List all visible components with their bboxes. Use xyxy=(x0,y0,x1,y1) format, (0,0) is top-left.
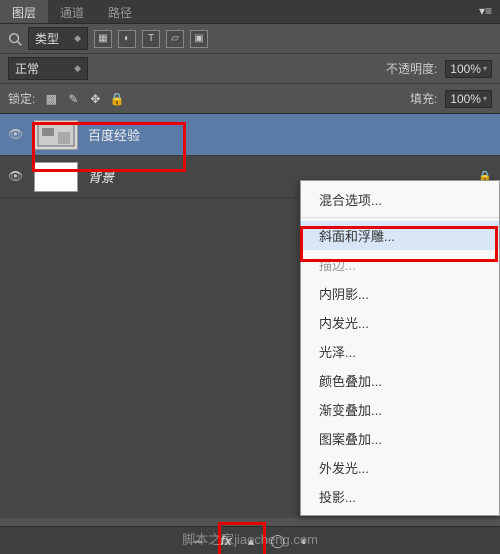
menu-outer-glow[interactable]: 外发光... xyxy=(301,453,499,482)
menu-color-overlay[interactable]: 颜色叠加... xyxy=(301,366,499,395)
opacity-input[interactable]: 100% ▾ xyxy=(445,60,492,78)
menu-satin[interactable]: 光泽... xyxy=(301,337,499,366)
menu-inner-glow[interactable]: 内发光... xyxy=(301,308,499,337)
tab-channels[interactable]: 通道 xyxy=(48,0,96,23)
visibility-icon[interactable]: 👁 xyxy=(8,127,24,143)
panel-bottom-bar: ⇔ fx ▴ ◯ ◐ xyxy=(0,526,500,554)
layer-row[interactable]: 👁 百度经验 xyxy=(0,114,500,156)
chevron-up-icon: ▴ xyxy=(248,533,255,549)
lock-pixels-icon[interactable]: ✎ xyxy=(65,91,81,107)
tab-layers[interactable]: 图层 xyxy=(0,0,48,23)
blend-row: 正常 ◆ 不透明度: 100% ▾ xyxy=(0,54,500,84)
visibility-icon[interactable]: 👁 xyxy=(8,169,24,185)
fx-button[interactable]: fx xyxy=(220,533,232,548)
link-layers-icon[interactable]: ⇔ xyxy=(191,533,204,548)
fill-input[interactable]: 100% ▾ xyxy=(445,90,492,108)
filter-type-icon[interactable]: T xyxy=(142,30,160,48)
fx-context-menu: 混合选项... 斜面和浮雕... 描边... 内阴影... 内发光... 光泽.… xyxy=(300,180,500,516)
blend-mode-select[interactable]: 正常 ◆ xyxy=(8,57,88,80)
lock-transparency-icon[interactable]: ▩ xyxy=(43,91,59,107)
menu-stroke[interactable]: 描边... xyxy=(301,250,499,279)
lock-position-icon[interactable]: ✥ xyxy=(87,91,103,107)
blend-mode-value: 正常 xyxy=(15,60,39,77)
search-icon[interactable] xyxy=(8,32,22,46)
opacity-value: 100% xyxy=(450,62,481,76)
filter-kind-label: 类型 xyxy=(35,30,59,47)
opacity-label: 不透明度: xyxy=(386,60,437,77)
filter-shape-icon[interactable]: ▱ xyxy=(166,30,184,48)
filter-adjust-icon[interactable]: ◐ xyxy=(118,30,136,48)
chevron-down-icon: ◆ xyxy=(74,33,81,44)
layer-mask-icon[interactable]: ◯ xyxy=(270,533,285,549)
menu-drop-shadow[interactable]: 投影... xyxy=(301,482,499,511)
layer-thumbnail[interactable] xyxy=(34,162,78,192)
filter-pixel-icon[interactable]: ▦ xyxy=(94,30,112,48)
menu-blending-options[interactable]: 混合选项... xyxy=(301,185,499,214)
filter-smart-icon[interactable]: ▣ xyxy=(190,30,208,48)
menu-bevel-emboss[interactable]: 斜面和浮雕... xyxy=(301,221,499,250)
fill-label: 填充: xyxy=(410,90,437,107)
layer-name: 背景 xyxy=(88,167,114,186)
menu-pattern-overlay[interactable]: 图案叠加... xyxy=(301,424,499,453)
panel-menu-icon[interactable]: ▾≡ xyxy=(471,0,500,23)
menu-gradient-overlay[interactable]: 渐变叠加... xyxy=(301,395,499,424)
chevron-down-icon: ▾ xyxy=(483,64,487,73)
filter-kind-select[interactable]: 类型 ◆ xyxy=(28,27,88,50)
menu-inner-shadow[interactable]: 内阴影... xyxy=(301,279,499,308)
layer-name: 百度经验 xyxy=(88,125,140,144)
panel-tabs: 图层 通道 路径 ▾≡ xyxy=(0,0,500,24)
chevron-down-icon: ◆ xyxy=(74,63,81,74)
lock-icons: ▩ ✎ ✥ 🔒 xyxy=(43,91,125,107)
tab-paths[interactable]: 路径 xyxy=(96,0,144,23)
lock-row: 锁定: ▩ ✎ ✥ 🔒 填充: 100% ▾ xyxy=(0,84,500,114)
fill-value: 100% xyxy=(450,92,481,106)
chevron-down-icon: ▾ xyxy=(483,94,487,103)
filter-row: 类型 ◆ ▦ ◐ T ▱ ▣ xyxy=(0,24,500,54)
menu-separator xyxy=(301,217,499,218)
lock-label: 锁定: xyxy=(8,90,35,107)
lock-all-icon[interactable]: 🔒 xyxy=(109,91,125,107)
adjustment-layer-icon[interactable]: ◐ xyxy=(301,533,309,548)
layer-thumbnail[interactable] xyxy=(34,120,78,150)
